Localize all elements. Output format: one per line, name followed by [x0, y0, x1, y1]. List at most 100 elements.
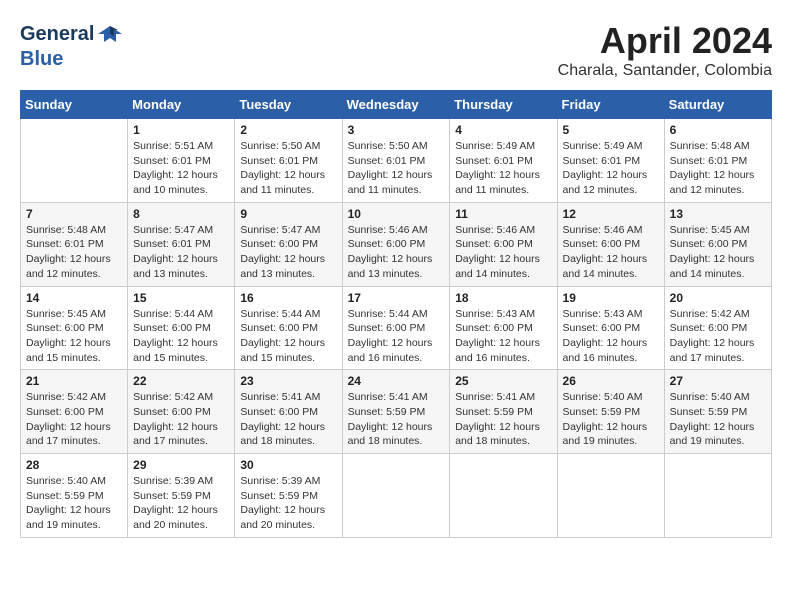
- col-friday: Friday: [557, 91, 664, 119]
- day-number: 24: [348, 374, 445, 388]
- day-number: 13: [670, 207, 766, 221]
- calendar-day-cell: 11 Sunrise: 5:46 AMSunset: 6:00 PMDayligh…: [450, 202, 557, 286]
- day-detail: Sunrise: 5:39 AMSunset: 5:59 PMDaylight:…: [133, 474, 229, 533]
- calendar-day-cell: 6 Sunrise: 5:48 AMSunset: 6:01 PMDaylight…: [664, 119, 771, 203]
- calendar-day-cell: 14Sunrise: 5:45 AMSunset: 6:00 PMDayligh…: [21, 286, 128, 370]
- day-number: 19: [563, 291, 659, 305]
- day-detail: Sunrise: 5:50 AMSunset: 6:01 PMDaylight:…: [240, 139, 336, 198]
- day-number: 20: [670, 291, 766, 305]
- day-detail: Sunrise: 5:45 AMSunset: 6:00 PMDaylight:…: [670, 223, 766, 282]
- day-detail: Sunrise: 5:48 AMSunset: 6:01 PMDaylight:…: [26, 223, 122, 282]
- day-number: 1: [133, 123, 229, 137]
- calendar-day-cell: [342, 454, 450, 538]
- calendar-day-cell: 25 Sunrise: 5:41 AMSunset: 5:59 PMDayligh…: [450, 370, 557, 454]
- day-number: 17: [348, 291, 445, 305]
- day-detail: Sunrise: 5:42 AMSunset: 6:00 PMDaylight:…: [133, 390, 229, 449]
- day-detail: Sunrise: 5:46 AMSunset: 6:00 PMDaylight:…: [563, 223, 659, 282]
- day-number: 27: [670, 374, 766, 388]
- day-detail: Sunrise: 5:44 AMSunset: 6:00 PMDaylight:…: [348, 307, 445, 366]
- col-wednesday: Wednesday: [342, 91, 450, 119]
- header: General Blue April 2024 Charala, Santand…: [20, 20, 772, 80]
- day-detail: Sunrise: 5:39 AMSunset: 5:59 PMDaylight:…: [240, 474, 336, 533]
- calendar-week-row: 1 Sunrise: 5:51 AMSunset: 6:01 PMDaylight…: [21, 119, 772, 203]
- day-number: 21: [26, 374, 122, 388]
- calendar-day-cell: 3 Sunrise: 5:50 AMSunset: 6:01 PMDaylight…: [342, 119, 450, 203]
- day-number: 4: [455, 123, 551, 137]
- col-thursday: Thursday: [450, 91, 557, 119]
- calendar-day-cell: 19 Sunrise: 5:43 AMSunset: 6:00 PMDayligh…: [557, 286, 664, 370]
- calendar-day-cell: 28Sunrise: 5:40 AMSunset: 5:59 PMDayligh…: [21, 454, 128, 538]
- calendar-day-cell: 5Sunrise: 5:49 AMSunset: 6:01 PMDaylight…: [557, 119, 664, 203]
- day-number: 18: [455, 291, 551, 305]
- calendar-header-row: Sunday Monday Tuesday Wednesday Thursday…: [21, 91, 772, 119]
- day-detail: Sunrise: 5:42 AMSunset: 6:00 PMDaylight:…: [26, 390, 122, 449]
- logo-blue-text: Blue: [20, 48, 63, 71]
- calendar-day-cell: 20Sunrise: 5:42 AMSunset: 6:00 PMDayligh…: [664, 286, 771, 370]
- location-title: Charala, Santander, Colombia: [558, 62, 772, 80]
- calendar-day-cell: 23 Sunrise: 5:41 AMSunset: 6:00 PMDayligh…: [235, 370, 342, 454]
- day-detail: Sunrise: 5:47 AMSunset: 6:01 PMDaylight:…: [133, 223, 229, 282]
- calendar-day-cell: 21 Sunrise: 5:42 AMSunset: 6:00 PMDayligh…: [21, 370, 128, 454]
- day-number: 11: [455, 207, 551, 221]
- calendar-day-cell: 9 Sunrise: 5:47 AMSunset: 6:00 PMDaylight…: [235, 202, 342, 286]
- day-detail: Sunrise: 5:41 AMSunset: 5:59 PMDaylight:…: [455, 390, 551, 449]
- calendar-day-cell: 17 Sunrise: 5:44 AMSunset: 6:00 PMDayligh…: [342, 286, 450, 370]
- calendar-day-cell: 8Sunrise: 5:47 AMSunset: 6:01 PMDaylight…: [128, 202, 235, 286]
- calendar-day-cell: 12 Sunrise: 5:46 AMSunset: 6:00 PMDayligh…: [557, 202, 664, 286]
- day-detail: Sunrise: 5:40 AMSunset: 5:59 PMDaylight:…: [26, 474, 122, 533]
- calendar-week-row: 14Sunrise: 5:45 AMSunset: 6:00 PMDayligh…: [21, 286, 772, 370]
- day-detail: Sunrise: 5:45 AMSunset: 6:00 PMDaylight:…: [26, 307, 122, 366]
- day-detail: Sunrise: 5:44 AMSunset: 6:00 PMDaylight:…: [133, 307, 229, 366]
- day-detail: Sunrise: 5:49 AMSunset: 6:01 PMDaylight:…: [455, 139, 551, 198]
- calendar-day-cell: 1 Sunrise: 5:51 AMSunset: 6:01 PMDaylight…: [128, 119, 235, 203]
- day-number: 9: [240, 207, 336, 221]
- logo-general-text: General: [20, 23, 94, 46]
- col-sunday: Sunday: [21, 91, 128, 119]
- calendar-day-cell: 24Sunrise: 5:41 AMSunset: 5:59 PMDayligh…: [342, 370, 450, 454]
- day-detail: Sunrise: 5:40 AMSunset: 5:59 PMDaylight:…: [563, 390, 659, 449]
- day-number: 12: [563, 207, 659, 221]
- day-detail: Sunrise: 5:48 AMSunset: 6:01 PMDaylight:…: [670, 139, 766, 198]
- day-number: 10: [348, 207, 445, 221]
- calendar-week-row: 28Sunrise: 5:40 AMSunset: 5:59 PMDayligh…: [21, 454, 772, 538]
- calendar-day-cell: 18 Sunrise: 5:43 AMSunset: 6:00 PMDayligh…: [450, 286, 557, 370]
- day-number: 6: [670, 123, 766, 137]
- day-number: 30: [240, 458, 336, 472]
- day-detail: Sunrise: 5:43 AMSunset: 6:00 PMDaylight:…: [563, 307, 659, 366]
- day-number: 2: [240, 123, 336, 137]
- calendar-week-row: 7 Sunrise: 5:48 AMSunset: 6:01 PMDaylight…: [21, 202, 772, 286]
- day-detail: Sunrise: 5:47 AMSunset: 6:00 PMDaylight:…: [240, 223, 336, 282]
- day-number: 23: [240, 374, 336, 388]
- col-monday: Monday: [128, 91, 235, 119]
- calendar-day-cell: 29 Sunrise: 5:39 AMSunset: 5:59 PMDayligh…: [128, 454, 235, 538]
- logo-bird-icon: [96, 20, 124, 48]
- day-detail: Sunrise: 5:41 AMSunset: 6:00 PMDaylight:…: [240, 390, 336, 449]
- day-detail: Sunrise: 5:46 AMSunset: 6:00 PMDaylight:…: [455, 223, 551, 282]
- day-number: 22: [133, 374, 229, 388]
- day-detail: Sunrise: 5:40 AMSunset: 5:59 PMDaylight:…: [670, 390, 766, 449]
- day-number: 25: [455, 374, 551, 388]
- day-detail: Sunrise: 5:44 AMSunset: 6:00 PMDaylight:…: [240, 307, 336, 366]
- calendar-day-cell: 15Sunrise: 5:44 AMSunset: 6:00 PMDayligh…: [128, 286, 235, 370]
- day-number: 29: [133, 458, 229, 472]
- day-number: 7: [26, 207, 122, 221]
- logo: General Blue: [20, 20, 124, 71]
- calendar-day-cell: 13 Sunrise: 5:45 AMSunset: 6:00 PMDayligh…: [664, 202, 771, 286]
- title-area: April 2024 Charala, Santander, Colombia: [558, 20, 772, 80]
- calendar-day-cell: 26Sunrise: 5:40 AMSunset: 5:59 PMDayligh…: [557, 370, 664, 454]
- col-saturday: Saturday: [664, 91, 771, 119]
- calendar-day-cell: 4 Sunrise: 5:49 AMSunset: 6:01 PMDaylight…: [450, 119, 557, 203]
- calendar-day-cell: 2 Sunrise: 5:50 AMSunset: 6:01 PMDaylight…: [235, 119, 342, 203]
- day-detail: Sunrise: 5:50 AMSunset: 6:01 PMDaylight:…: [348, 139, 445, 198]
- calendar-day-cell: [557, 454, 664, 538]
- day-detail: Sunrise: 5:49 AMSunset: 6:01 PMDaylight:…: [563, 139, 659, 198]
- calendar-day-cell: 27 Sunrise: 5:40 AMSunset: 5:59 PMDayligh…: [664, 370, 771, 454]
- day-number: 16: [240, 291, 336, 305]
- calendar-day-cell: 16 Sunrise: 5:44 AMSunset: 6:00 PMDayligh…: [235, 286, 342, 370]
- day-number: 3: [348, 123, 445, 137]
- day-detail: Sunrise: 5:43 AMSunset: 6:00 PMDaylight:…: [455, 307, 551, 366]
- month-title: April 2024: [558, 20, 772, 62]
- calendar-day-cell: [664, 454, 771, 538]
- day-detail: Sunrise: 5:51 AMSunset: 6:01 PMDaylight:…: [133, 139, 229, 198]
- calendar-table: Sunday Monday Tuesday Wednesday Thursday…: [20, 90, 772, 538]
